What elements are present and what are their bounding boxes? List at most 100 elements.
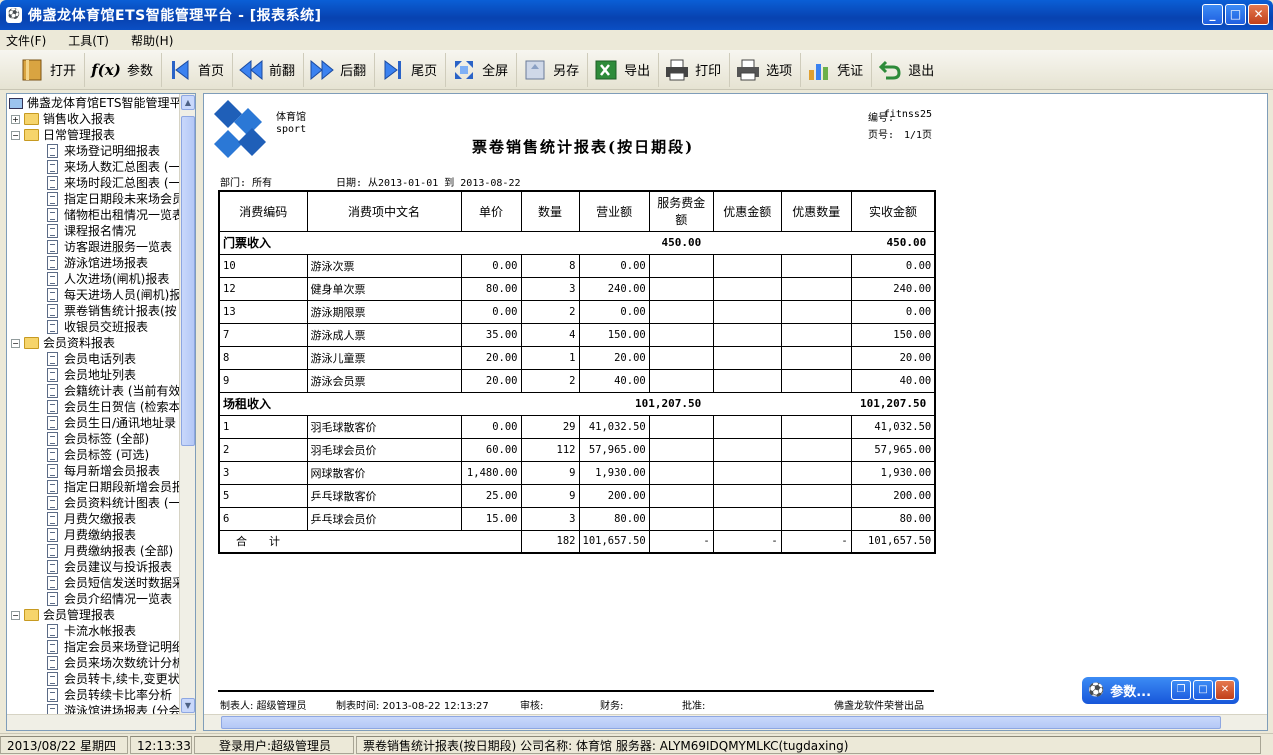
vendor-label: 佛盏龙软件荣誉出品 <box>834 701 924 712</box>
qty-cell: 1 <box>520 345 580 370</box>
report-tree[interactable]: 佛盏龙体育馆ETS智能管理平台 + 销售收入报表 − 日常管理报表 来场登记明细报表 来场人… <box>6 93 196 731</box>
export-button[interactable]: 导出 <box>588 52 660 87</box>
tree-item[interactable]: 会员标签 (全部) <box>47 431 149 447</box>
tree-item[interactable]: 卡流水帐报表 <box>47 623 136 639</box>
scrollbar-thumb[interactable] <box>221 716 1221 729</box>
tree-horizontal-scrollbar[interactable] <box>7 714 195 730</box>
tree-item[interactable]: 票卷销售统计报表(按 <box>47 303 177 319</box>
tree-item[interactable]: 访客跟进服务一览表 <box>47 239 172 255</box>
tree-item[interactable]: 指定会员来场登记明细 <box>47 639 184 655</box>
first-page-icon <box>166 56 194 84</box>
param-panel[interactable]: ⚽ 参数... ❐ □ ✕ <box>1082 677 1239 704</box>
scroll-down-icon[interactable]: ▼ <box>181 698 195 713</box>
tree-item[interactable]: 月费缴纳报表 <box>47 527 136 543</box>
menu-help[interactable]: 帮助(H) <box>131 32 173 49</box>
scroll-up-icon[interactable]: ▲ <box>181 95 195 110</box>
tree-root[interactable]: 佛盏龙体育馆ETS智能管理平台 <box>9 95 194 111</box>
tree-item[interactable]: 会员电话列表 <box>47 351 136 367</box>
tree-item[interactable]: 每月新增会员报表 <box>47 463 160 479</box>
fullscreen-button[interactable]: 全屏 <box>446 52 518 87</box>
restore-button[interactable]: ❐ <box>1171 680 1191 700</box>
saveas-button[interactable]: 另存 <box>517 52 589 87</box>
tree-item[interactable]: 会员转卡,续卡,变更状 <box>47 671 180 687</box>
exit-button[interactable]: 退出 <box>872 53 942 87</box>
tree-item-label: 卡流水帐报表 <box>64 624 137 638</box>
tree-item[interactable]: 会员生日贺信 (检索本 <box>47 399 181 415</box>
tree-item-label: 会员生日贺信 (检索本 <box>64 400 181 414</box>
voucher-button[interactable]: 凭证 <box>801 52 873 87</box>
close-button[interactable]: ✕ <box>1215 680 1235 700</box>
report-icon <box>47 208 58 222</box>
report-icon <box>47 432 58 446</box>
expand-icon[interactable]: + <box>11 114 20 124</box>
tree-vertical-scrollbar[interactable]: ▲ ▼ <box>179 94 195 714</box>
tree-folder[interactable]: − 日常管理报表 <box>11 127 115 143</box>
options-button[interactable]: 选项 <box>730 52 802 87</box>
group-row: 门票收入 450.00 450.00 <box>218 230 936 255</box>
group-revenue: 450.00 <box>461 230 714 255</box>
tree-item[interactable]: 会员生日/通讯地址录 <box>47 415 176 431</box>
minimize-button[interactable]: _ <box>1202 4 1223 25</box>
tree-item[interactable]: 储物柜出租情况一览表 <box>47 207 184 223</box>
tree-item[interactable]: 会员介绍情况一览表 <box>47 591 172 607</box>
qty-cell: 4 <box>520 322 580 347</box>
qty-cell: 112 <box>520 437 580 462</box>
service-cell <box>648 506 714 531</box>
collapse-icon[interactable]: − <box>11 338 20 348</box>
menu-tools[interactable]: 工具(T) <box>68 32 109 49</box>
prev-page-button[interactable]: 前翻 <box>233 52 305 87</box>
sport-logo <box>214 100 266 158</box>
tree-item[interactable]: 会员标签 (可选) <box>47 447 149 463</box>
name-cell: 羽毛球会员价 <box>306 437 462 462</box>
code-cell: 9 <box>218 368 308 393</box>
tree-folder[interactable]: − 会员管理报表 <box>11 607 115 623</box>
next-page-button[interactable]: 后翻 <box>304 52 376 87</box>
tree-item[interactable]: 月费缴纳报表 (全部) <box>47 543 173 559</box>
print-button[interactable]: 打印 <box>659 52 731 87</box>
tree-item[interactable]: 来场登记明细报表 <box>47 143 160 159</box>
maximize-button[interactable]: □ <box>1193 680 1213 700</box>
tree-item-label: 会员地址列表 <box>64 368 137 382</box>
tree-item-label: 会员标签 (全部) <box>64 432 150 446</box>
tree-item[interactable]: 游泳馆进场报表 <box>47 255 148 271</box>
actual-cell: 200.00 <box>850 483 936 508</box>
open-button[interactable]: 打开 <box>14 52 86 87</box>
tree-item[interactable]: 每天进场人员(闸机)报 <box>47 287 181 303</box>
report-horizontal-scrollbar[interactable] <box>204 714 1267 730</box>
tree-item[interactable]: 人次进场(闸机)报表 <box>47 271 169 287</box>
tree-item[interactable]: 来场人数汇总图表 (一 <box>47 159 181 175</box>
tree-folder[interactable]: − 会员资料报表 <box>11 335 115 351</box>
pane-splitter[interactable] <box>198 93 202 731</box>
table-row: 8 游泳儿童票 20.00 1 20.00 20.00 <box>218 345 936 370</box>
tree-item[interactable]: 课程报名情况 <box>47 223 136 239</box>
printer-setup-icon <box>734 56 762 84</box>
code-cell: 8 <box>218 345 308 370</box>
code-cell: 13 <box>218 299 308 324</box>
tree-folder[interactable]: + 销售收入报表 <box>11 111 115 127</box>
tree-item[interactable]: 会员地址列表 <box>47 367 136 383</box>
params-button[interactable]: f(x) 参数 <box>85 52 163 87</box>
collapse-icon[interactable]: − <box>11 610 20 620</box>
tree-item[interactable]: 会员资料统计图表 (一 <box>47 495 181 511</box>
tree-item[interactable]: 指定日期段新增会员报 <box>47 479 184 495</box>
first-page-button[interactable]: 首页 <box>162 52 234 87</box>
last-page-button[interactable]: 尾页 <box>375 52 447 87</box>
tree-item[interactable]: 会员转续卡比率分析 <box>47 687 172 703</box>
menu-file[interactable]: 文件(F) <box>6 32 46 49</box>
collapse-icon[interactable]: − <box>11 130 20 140</box>
table-row: 13 游泳期限票 0.00 2 0.00 0.00 <box>218 299 936 324</box>
tree-item[interactable]: 来场时段汇总图表 (一 <box>47 175 181 191</box>
close-button[interactable]: ✕ <box>1248 4 1269 25</box>
scrollbar-thumb[interactable] <box>181 116 195 446</box>
tree-item[interactable]: 会籍统计表 (当前有效 <box>47 383 181 399</box>
tree-item[interactable]: 会员短信发送时数据采 <box>47 575 184 591</box>
maximize-button[interactable]: □ <box>1225 4 1246 25</box>
tree-item[interactable]: 会员建议与投诉报表 <box>47 559 172 575</box>
tree-item[interactable]: 月费欠缴报表 <box>47 511 136 527</box>
tree-item[interactable]: 指定日期段未来场会员 <box>47 191 184 207</box>
tree-item[interactable]: 会员来场次数统计分析 <box>47 655 184 671</box>
book-icon <box>18 56 46 84</box>
report-icon <box>47 288 58 302</box>
app-icon[interactable]: ⚽ <box>6 7 22 23</box>
tree-item[interactable]: 收银员交班报表 <box>47 319 148 335</box>
